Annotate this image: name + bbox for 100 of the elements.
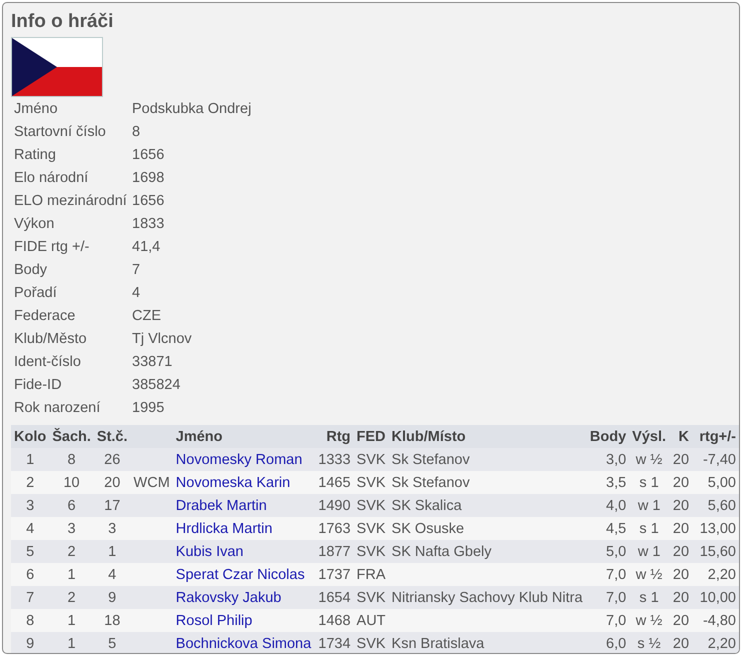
table-cell: 1: [11, 448, 50, 471]
table-cell: 2: [49, 586, 94, 609]
table-cell: 2: [11, 471, 50, 494]
table-cell: 20: [669, 517, 692, 540]
table-cell: s ½: [629, 632, 670, 653]
player-link[interactable]: Sperat Czar Nicolas: [172, 563, 314, 586]
table-cell: 4,5: [586, 517, 630, 540]
info-label: Federace: [14, 307, 76, 326]
table-cell: 20: [669, 586, 692, 609]
info-value: 33871: [132, 353, 174, 372]
info-value: 1833: [132, 215, 166, 234]
table-cell: 2,20: [692, 632, 739, 653]
info-value: 4: [132, 284, 142, 303]
info-label: Rok narození: [14, 399, 102, 418]
table-cell: w ½: [629, 563, 670, 586]
table-cell: 8: [11, 609, 50, 632]
column-header: Jméno: [172, 425, 314, 448]
column-header: FED: [354, 425, 389, 448]
info-label: Klub/Město: [14, 330, 88, 349]
info-value: 1656: [132, 192, 166, 211]
column-header: Klub/Místo: [388, 425, 587, 448]
table-cell: 7,0: [586, 609, 630, 632]
info-value: 7: [132, 261, 142, 280]
player-link[interactable]: Bochnickova Simona: [172, 632, 314, 653]
player-link[interactable]: Rosol Philip: [172, 609, 314, 632]
table-cell: SK Nafta Gbely: [388, 540, 587, 563]
table-cell: 1734: [314, 632, 354, 653]
table-cell: 4: [11, 517, 50, 540]
table-cell: 15,60: [692, 540, 739, 563]
table-cell: 3,0: [586, 448, 630, 471]
table-cell: 4,0: [586, 494, 630, 517]
table-cell: 7,0: [586, 563, 630, 586]
info-label: Pořadí: [14, 284, 58, 303]
table-cell: 1490: [314, 494, 354, 517]
table-cell: WCM: [130, 471, 173, 494]
table-cell: 20: [669, 448, 692, 471]
table-cell: 3: [11, 494, 50, 517]
table-cell: -7,40: [692, 448, 739, 471]
table-cell: 10,00: [692, 586, 739, 609]
table-cell: AUT: [354, 609, 389, 632]
info-value: 385824: [132, 376, 182, 395]
table-cell: 5,00: [692, 471, 739, 494]
table-cell: 6,0: [586, 632, 630, 653]
table-cell: 5,60: [692, 494, 739, 517]
table-cell: 1: [49, 563, 94, 586]
table-cell: 7,0: [586, 586, 630, 609]
table-cell: SVK: [354, 540, 389, 563]
table-cell: w ½: [629, 609, 670, 632]
info-label: Fide-ID: [14, 376, 63, 395]
table-cell: SVK: [354, 517, 389, 540]
table-cell: 3: [49, 517, 94, 540]
player-link[interactable]: Kubis Ivan: [172, 540, 314, 563]
column-header: K: [669, 425, 692, 448]
table-cell: Ksn Bratislava: [388, 632, 587, 653]
table-cell: 2,20: [692, 563, 739, 586]
info-label: Jméno: [14, 100, 59, 119]
table-cell: SVK: [354, 471, 389, 494]
table-cell: 2: [49, 540, 94, 563]
table-cell: 1877: [314, 540, 354, 563]
table-cell: 3: [94, 517, 131, 540]
player-link[interactable]: Drabek Martin: [172, 494, 314, 517]
info-value: 41,4: [132, 238, 162, 257]
info-value: 1698: [132, 169, 166, 188]
info-value: Podskubka Ondrej: [132, 100, 252, 119]
table-cell: 20: [94, 471, 131, 494]
table-cell: 20: [669, 563, 692, 586]
table-cell: SVK: [354, 632, 389, 653]
column-header: rtg+/-: [692, 425, 739, 448]
info-value: CZE: [132, 307, 162, 326]
table-cell: w ½: [629, 448, 670, 471]
table-cell: 1763: [314, 517, 354, 540]
column-header: Rtg: [314, 425, 354, 448]
table-cell: 13,00: [692, 517, 739, 540]
table-cell: 4: [94, 563, 131, 586]
table-cell: 18: [94, 609, 131, 632]
table-cell: Nitriansky Sachovy Klub Nitra: [388, 586, 587, 609]
table-cell: 9: [94, 586, 131, 609]
info-value: 8: [132, 123, 142, 142]
player-link[interactable]: Rakovsky Jakub: [172, 586, 314, 609]
info-value: 1656: [132, 146, 166, 165]
table-cell: 1: [49, 632, 94, 653]
player-link[interactable]: Novomesky Roman: [172, 448, 314, 471]
table-cell: 8: [49, 448, 94, 471]
table-cell: 3,5: [586, 471, 630, 494]
table-cell: w 1: [629, 494, 670, 517]
table-cell: s 1: [629, 471, 670, 494]
info-value: 1995: [132, 399, 166, 418]
player-link[interactable]: Hrdlicka Martin: [172, 517, 314, 540]
table-cell: 1654: [314, 586, 354, 609]
table-cell: 1333: [314, 448, 354, 471]
table-cell: Sk Stefanov: [388, 448, 587, 471]
table-cell: 1: [49, 609, 94, 632]
table-cell: 17: [94, 494, 131, 517]
table-cell: SVK: [354, 448, 389, 471]
info-value: Tj Vlcnov: [132, 330, 193, 349]
info-label: Rating: [14, 146, 57, 165]
player-link[interactable]: Novomeska Karin: [172, 471, 314, 494]
table-cell: 5,0: [586, 540, 630, 563]
table-cell: 1465: [314, 471, 354, 494]
table-cell: 20: [669, 609, 692, 632]
